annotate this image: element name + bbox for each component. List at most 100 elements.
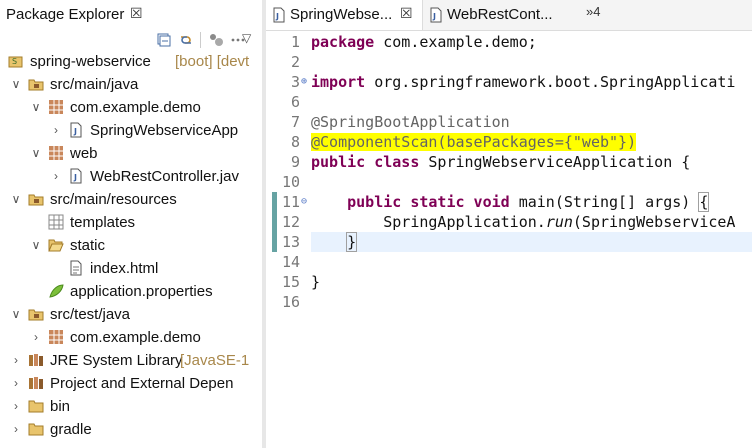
method-call: run bbox=[545, 213, 573, 231]
chevron-right-icon[interactable]: › bbox=[50, 169, 62, 183]
chevron-down-icon[interactable]: ∨ bbox=[10, 307, 22, 321]
chevron-right-icon[interactable]: › bbox=[10, 376, 22, 390]
chevron-down-icon[interactable]: ∨ bbox=[30, 100, 42, 114]
code-text: SpringApplication. bbox=[383, 213, 546, 231]
package-icon bbox=[49, 146, 63, 160]
code-line-1: package com.example.demo; bbox=[311, 32, 537, 52]
tree-item-rest-controller[interactable]: › J WebRestController.jav bbox=[0, 165, 262, 188]
keyword: import bbox=[311, 73, 366, 91]
folder-icon bbox=[28, 400, 44, 413]
tree-item-package-web[interactable]: ∨ web bbox=[0, 142, 262, 165]
line-number: 9 bbox=[290, 153, 300, 171]
tree-item-application-properties[interactable]: application.properties bbox=[0, 280, 262, 303]
chevron-right-icon[interactable]: › bbox=[50, 123, 62, 137]
view-menu-chevron-icon[interactable]: ▽ bbox=[242, 31, 251, 45]
tree-item-label: SpringWebserviceApp bbox=[90, 122, 239, 139]
tree-item-project[interactable]: S spring-webservice [boot] [devt bbox=[0, 50, 262, 73]
line-number: 8 bbox=[290, 133, 300, 151]
svg-text:J: J bbox=[275, 12, 279, 21]
line-number: 1 bbox=[290, 33, 300, 51]
focus-task-icon[interactable] bbox=[208, 32, 224, 48]
tree-item-label: com.example.demo bbox=[70, 329, 201, 346]
package-icon bbox=[49, 330, 63, 344]
code-line-7: @SpringBootApplication bbox=[311, 112, 510, 132]
tree-item-label: Project and External Depen bbox=[50, 375, 234, 392]
collapse-all-icon[interactable] bbox=[156, 32, 172, 48]
close-icon[interactable]: ☒ bbox=[400, 5, 413, 22]
empty-package-icon bbox=[48, 214, 64, 230]
highlighted-annotation: @ComponentScan(basePackages={"web"}) bbox=[311, 133, 637, 151]
tab-web-rest-controller[interactable]: J WebRestCont... bbox=[423, 0, 583, 30]
matching-bracket: { bbox=[698, 192, 710, 212]
java-file-icon: J bbox=[430, 7, 442, 23]
tree-item-label: static bbox=[70, 237, 106, 254]
package-explorer-tabbar: Package Explorer ☒ bbox=[0, 0, 262, 30]
tree-item-label: index.html bbox=[90, 260, 159, 277]
chevron-down-icon[interactable]: ∨ bbox=[30, 238, 42, 252]
tree-item-label: gradle bbox=[50, 421, 92, 438]
folder-open-icon bbox=[48, 239, 64, 252]
chevron-right-icon[interactable]: › bbox=[10, 353, 22, 367]
code-line-11: public static void main(String[] args) { bbox=[311, 192, 710, 212]
html-file-icon bbox=[70, 260, 82, 276]
tree-item-jre-library[interactable]: › JRE System Library [JavaSE-1 bbox=[0, 349, 262, 372]
chevron-down-icon[interactable]: ∨ bbox=[10, 77, 22, 91]
line-number: 16 bbox=[281, 293, 300, 311]
library-icon bbox=[29, 354, 43, 366]
tree-item-index-html[interactable]: index.html bbox=[0, 257, 262, 280]
tree-item-label: web bbox=[70, 145, 98, 162]
tree-item-package-demo[interactable]: ∨ com.example.demo bbox=[0, 96, 262, 119]
tree-item-label: templates bbox=[70, 214, 136, 231]
code-text: main(String[] args) bbox=[509, 193, 700, 211]
code-line-12: SpringApplication.run(SpringWebserviceA bbox=[311, 212, 735, 232]
tree-item-test-package[interactable]: › com.example.demo bbox=[0, 326, 262, 349]
svg-text:J: J bbox=[73, 127, 77, 136]
line-number: 3 bbox=[290, 73, 300, 91]
svg-text:J: J bbox=[432, 12, 436, 21]
tree-item-src-main-java[interactable]: ∨ src/main/java bbox=[0, 73, 262, 96]
chevron-down-icon[interactable]: ∨ bbox=[10, 192, 22, 206]
code-line-15: } bbox=[311, 272, 320, 292]
toolbar-separator bbox=[200, 32, 201, 48]
chevron-right-icon[interactable]: › bbox=[10, 422, 22, 436]
line-number: 6 bbox=[290, 93, 300, 111]
tree-item-static[interactable]: ∨ static bbox=[0, 234, 262, 257]
chevron-right-icon[interactable]: › bbox=[10, 399, 22, 413]
tab-overflow-button[interactable]: »4 bbox=[586, 4, 600, 19]
tree-item-decoration: [boot] [devt bbox=[175, 53, 250, 70]
link-with-editor-icon[interactable] bbox=[178, 32, 194, 48]
tree-item-src-test-java[interactable]: ∨ src/test/java bbox=[0, 303, 262, 326]
chevron-right-icon[interactable]: › bbox=[30, 330, 42, 344]
code-editor[interactable]: 1 2 3 6 7 8 9 10 11 12 13 14 15 16 ⊕ ⊖ p… bbox=[266, 31, 752, 448]
close-icon[interactable]: ☒ bbox=[130, 5, 143, 22]
source-folder-icon bbox=[28, 194, 44, 206]
tree-item-decoration: [JavaSE-1 bbox=[180, 352, 250, 369]
text-caret bbox=[356, 234, 358, 251]
java-file-icon: J bbox=[273, 7, 285, 23]
package-explorer-title: Package Explorer bbox=[6, 6, 125, 23]
fold-collapse-icon[interactable]: ⊖ bbox=[301, 192, 311, 212]
tree-item-bin[interactable]: › bin bbox=[0, 395, 262, 418]
explorer-toolbar: ▽ bbox=[150, 30, 262, 52]
package-explorer-tab[interactable]: Package Explorer ☒ bbox=[0, 0, 160, 30]
current-line-highlight bbox=[311, 232, 752, 252]
code-line-8: @ComponentScan(basePackages={"web"}) bbox=[311, 132, 637, 152]
tab-spring-webservice-application[interactable]: J SpringWebse... ☒ bbox=[266, 0, 423, 30]
java-editor: J SpringWebse... ☒ J WebRestCont... »4 1… bbox=[266, 0, 752, 448]
keyword: package bbox=[311, 33, 375, 51]
tree-item-label: src/main/java bbox=[50, 76, 139, 93]
tab-label: WebRestCont... bbox=[447, 6, 553, 23]
tree-item-main-class[interactable]: › J SpringWebserviceApp bbox=[0, 119, 262, 142]
code-line-3: import org.springframework.boot.SpringAp… bbox=[311, 72, 735, 92]
code-text: (SpringWebserviceA bbox=[572, 213, 736, 231]
tree-item-external-deps[interactable]: › Project and External Depen bbox=[0, 372, 262, 395]
chevron-down-icon[interactable]: ∨ bbox=[30, 146, 42, 160]
tree-item-label: bin bbox=[50, 398, 71, 415]
tree-item-src-main-resources[interactable]: ∨ src/main/resources bbox=[0, 188, 262, 211]
fold-expanded-icon[interactable]: ⊕ bbox=[301, 72, 311, 92]
code-line-9: public class SpringWebserviceApplication… bbox=[311, 152, 690, 172]
tree-item-gradle[interactable]: › gradle bbox=[0, 418, 262, 441]
keyword: public class bbox=[311, 153, 420, 171]
tree-item-templates[interactable]: templates bbox=[0, 211, 262, 234]
keyword: public static void bbox=[347, 193, 510, 211]
